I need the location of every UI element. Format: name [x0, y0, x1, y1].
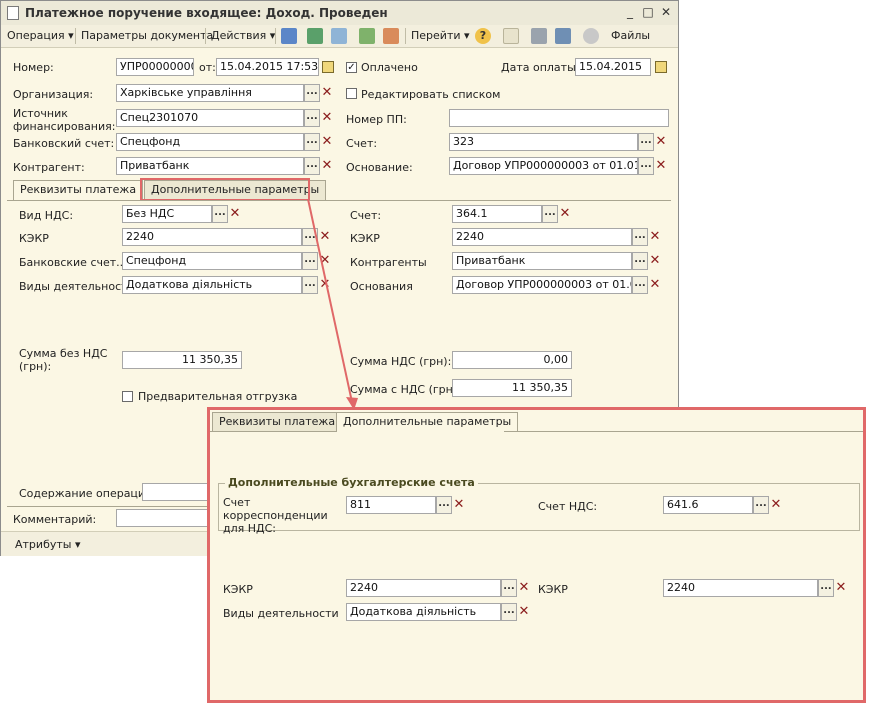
- vat-account-label: Счет НДС:: [538, 500, 598, 513]
- zoom-panel: Реквизиты платежа Дополнительные парамет…: [207, 407, 866, 703]
- select-button[interactable]: ...: [818, 579, 834, 597]
- clear-icon[interactable]: ✕: [516, 603, 532, 621]
- corr-account-label: Счет корреспонденции для НДС:: [223, 496, 328, 535]
- zoom-activities-field[interactable]: Додаткова діяльність: [346, 603, 501, 621]
- select-button[interactable]: ...: [501, 603, 517, 621]
- select-button[interactable]: ...: [436, 496, 452, 514]
- zoom-kekr2-label: КЭКР: [538, 583, 568, 596]
- clear-icon[interactable]: ✕: [451, 496, 467, 514]
- vat-account-field[interactable]: 641.6: [663, 496, 753, 514]
- zoom-tab-additional-params[interactable]: Дополнительные параметры: [336, 412, 519, 432]
- zoom-tab-payment-details[interactable]: Реквизиты платежа: [212, 412, 343, 432]
- tab-panel-border: [210, 431, 336, 432]
- tab-panel-border: [504, 431, 863, 432]
- select-button[interactable]: ...: [501, 579, 517, 597]
- clear-icon[interactable]: ✕: [768, 496, 784, 514]
- zoom-kekr-field[interactable]: 2240: [346, 579, 501, 597]
- select-button[interactable]: ...: [753, 496, 769, 514]
- corr-account-field[interactable]: 811: [346, 496, 436, 514]
- zoom-kekr-label: КЭКР: [223, 583, 253, 596]
- zoom-kekr2-field[interactable]: 2240: [663, 579, 818, 597]
- zoom-activities-label: Виды деятельности: [223, 607, 339, 620]
- clear-icon[interactable]: ✕: [516, 579, 532, 597]
- group-title: Дополнительные бухгалтерские счета: [225, 476, 478, 489]
- clear-icon[interactable]: ✕: [833, 579, 849, 597]
